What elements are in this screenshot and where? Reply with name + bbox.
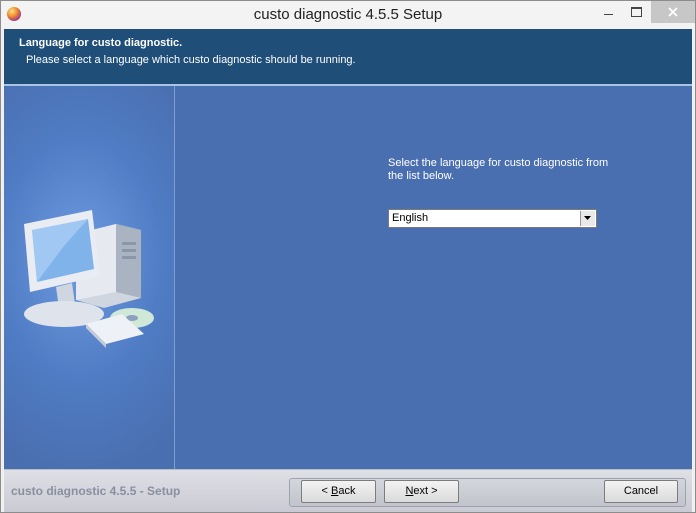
next-suffix: >	[428, 485, 438, 497]
maximize-icon	[631, 7, 642, 17]
back-prefix: <	[321, 485, 331, 497]
header-subtitle: Please select a language which custo dia…	[26, 54, 356, 66]
minimize-button[interactable]	[595, 1, 621, 23]
header-title: Language for custo diagnostic.	[19, 37, 183, 49]
close-button[interactable]	[651, 1, 695, 23]
close-icon	[668, 7, 678, 17]
language-prompt: Select the language for custo diagnostic…	[388, 157, 609, 182]
computer-illustration	[24, 210, 154, 348]
chevron-down-icon	[584, 216, 591, 220]
footer-brand: custo diagnostic 4.5.5 - Setup	[11, 484, 181, 498]
back-button[interactable]: < Back	[301, 480, 376, 503]
language-select-value: English	[392, 212, 429, 224]
maximize-button[interactable]	[623, 1, 649, 23]
title-bar[interactable]: custo diagnostic 4.5.5 Setup	[1, 1, 695, 29]
next-button[interactable]: Next >	[384, 480, 459, 503]
next-label: ext	[413, 485, 429, 497]
language-panel: Select the language for custo diagnostic…	[175, 86, 692, 469]
setup-window: custo diagnostic 4.5.5 Setup Language fo…	[0, 0, 696, 513]
wizard-body: Select the language for custo diagnostic…	[4, 86, 692, 469]
cancel-button[interactable]: Cancel	[604, 480, 678, 503]
window-title: custo diagnostic 4.5.5 Setup	[253, 6, 443, 23]
wizard-footer: custo diagnostic 4.5.5 - Setup < Back Ne…	[4, 469, 692, 512]
back-label: ack	[338, 485, 356, 497]
side-banner	[4, 86, 174, 469]
wizard-header: Language for custo diagnostic. Please se…	[4, 29, 692, 86]
language-select[interactable]: English	[388, 209, 597, 228]
language-select-toggle[interactable]	[580, 211, 595, 226]
minimize-icon	[604, 14, 613, 15]
